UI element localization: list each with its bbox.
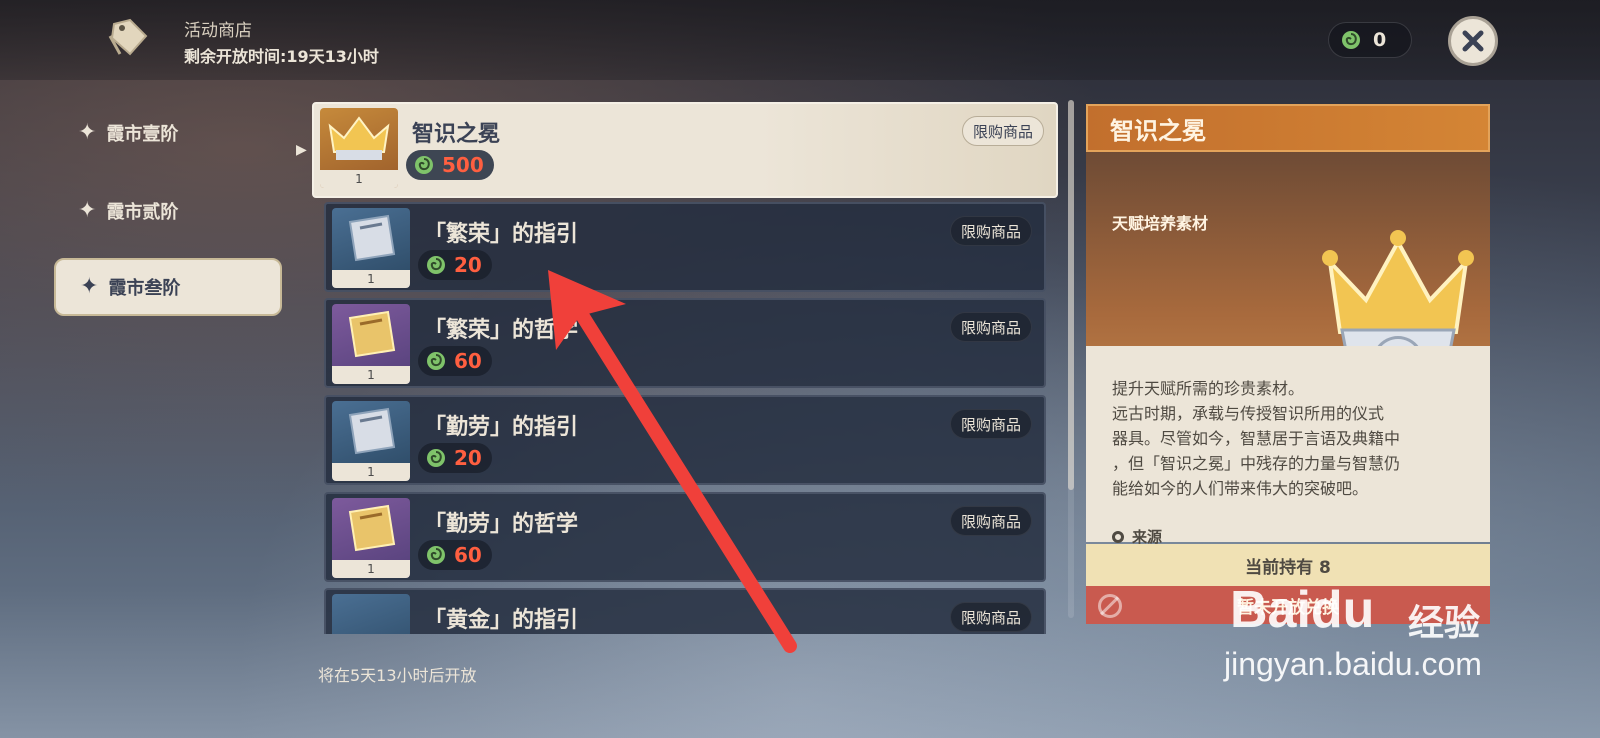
leaf-token-icon — [427, 352, 445, 370]
item-thumbnail: 1 — [332, 304, 410, 384]
shop-item[interactable]: 「黄金」的指引 限购商品 — [324, 588, 1046, 634]
book-icon — [348, 214, 396, 262]
ban-icon — [1098, 594, 1122, 618]
crown-icon — [328, 116, 390, 160]
leaf-token-icon — [427, 449, 445, 467]
tab-label: 霞市壹阶 — [106, 124, 179, 145]
price-pill: 60 — [418, 540, 492, 570]
top-bar: 活动商店 剩余开放时间:19天13小时 0 — [0, 0, 1600, 80]
item-detail-panel: 智识之冕 天赋培养素材 ★★★★★ 提升天赋所需的珍贵素材。 远古时期，承载与传… — [1086, 104, 1490, 624]
shop-title: 活动商店 — [184, 21, 252, 41]
description-line: ，但「智识之冕」中残存的力量与智慧仍 — [1112, 454, 1401, 473]
list-scroll-thumb[interactable] — [1068, 100, 1074, 490]
item-name: 「勤劳」的指引 — [424, 415, 579, 440]
price-pill: 60 — [418, 346, 492, 376]
item-quantity: 1 — [332, 270, 410, 288]
description-line: 器具。尽管如今，智慧居于言语及典籍中 — [1112, 429, 1401, 448]
item-quantity: 1 — [320, 170, 398, 188]
currency-count: 0 — [1373, 29, 1387, 51]
item-price: 20 — [454, 446, 482, 470]
limited-tag: 限购商品 — [961, 116, 1044, 146]
watermark-cn: 经验 — [1408, 603, 1481, 644]
tab-label: 霞市贰阶 — [106, 202, 179, 223]
limited-tag: 限购商品 — [949, 409, 1032, 439]
leaf-token-icon — [415, 156, 433, 174]
tab-tier-2[interactable]: ✦ 霞市贰阶 — [54, 182, 282, 240]
item-thumbnail: 1 — [332, 401, 410, 481]
shop-item[interactable]: 1 「勤劳」的哲学 60 限购商品 — [324, 492, 1046, 582]
item-price: 60 — [454, 543, 482, 567]
item-thumbnail — [332, 594, 410, 634]
book-icon — [348, 407, 396, 455]
leaf-token-icon — [1342, 31, 1360, 49]
item-quantity: 1 — [332, 366, 410, 384]
price-pill: 500 — [406, 150, 494, 180]
shop-item[interactable]: 1 「繁荣」的哲学 60 限购商品 — [324, 298, 1046, 388]
close-icon — [1462, 30, 1484, 52]
price-pill: 20 — [418, 443, 492, 473]
shop-item-crown[interactable]: 1 智识之冕 500 限购商品 — [312, 102, 1058, 198]
leaf-token-icon — [427, 546, 445, 564]
description-line: 远古时期，承载与传授智识所用的仪式 — [1112, 404, 1385, 423]
item-quantity: 1 — [332, 463, 410, 481]
item-price: 60 — [454, 349, 482, 373]
book-icon — [348, 310, 396, 358]
item-thumbnail: 1 — [332, 498, 410, 578]
item-name: 「黄金」的指引 — [424, 608, 579, 633]
detail-description: 提升天赋所需的珍贵素材。 远古时期，承载与传授智识所用的仪式 器具。尽管如今，智… — [1086, 346, 1490, 542]
sparkle-icon: ✦ — [78, 120, 97, 145]
tab-tier-3[interactable]: ✦ 霞市叁阶 — [54, 258, 282, 316]
book-icon — [348, 504, 396, 552]
tab-tier-1[interactable]: ✦ 霞市壹阶 — [54, 104, 282, 162]
price-tag-icon — [108, 18, 148, 56]
selected-row-indicator: ▶ — [296, 142, 307, 158]
detail-title: 智识之冕 — [1110, 116, 1206, 145]
source-bullet-icon — [1112, 530, 1124, 543]
close-button[interactable] — [1448, 16, 1498, 66]
shop-item[interactable]: 1 「勤劳」的指引 20 限购商品 — [324, 395, 1046, 485]
owned-count: 当前持有 8 — [1245, 557, 1331, 578]
currency-counter: 0 — [1328, 22, 1412, 58]
item-price: 500 — [442, 153, 484, 177]
item-name: 「繁荣」的指引 — [424, 222, 579, 247]
tab-label: 霞市叁阶 — [108, 278, 181, 299]
remaining-time: 剩余开放时间:19天13小时 — [184, 47, 379, 66]
watermark-logo: Baidu — [1230, 581, 1375, 639]
detail-item-type: 天赋培养素材 — [1112, 214, 1209, 233]
shop-item-list[interactable]: 1 智识之冕 500 限购商品 1 「繁荣」的指引 20 限购商品 1 「繁荣」… — [312, 100, 1060, 634]
sparkle-icon: ✦ — [80, 274, 99, 299]
detail-header: 智识之冕 — [1086, 104, 1490, 152]
open-notice: 将在5天13小时后开放 — [318, 666, 477, 685]
item-name: 「勤劳」的哲学 — [424, 512, 579, 537]
item-thumbnail: 1 — [332, 208, 410, 288]
item-name: 智识之冕 — [412, 122, 501, 147]
leaf-token-icon — [427, 256, 445, 274]
price-pill: 20 — [418, 250, 492, 280]
baidu-watermark: Baidu 经验 jingyan.baidu.com — [1224, 580, 1530, 700]
shop-item[interactable]: 1 「繁荣」的指引 20 限购商品 — [324, 202, 1046, 292]
limited-tag: 限购商品 — [949, 216, 1032, 246]
sparkle-icon: ✦ — [78, 198, 97, 223]
limited-tag: 限购商品 — [949, 506, 1032, 536]
item-quantity: 1 — [332, 560, 410, 578]
item-name: 「繁荣」的哲学 — [424, 318, 579, 343]
limited-tag: 限购商品 — [949, 312, 1032, 342]
item-thumbnail: 1 — [320, 108, 398, 188]
description-line: 提升天赋所需的珍贵素材。 — [1112, 379, 1305, 398]
description-line: 能给如今的人们带来伟大的突破吧。 — [1112, 479, 1369, 498]
watermark-url: jingyan.baidu.com — [1224, 646, 1482, 682]
item-price: 20 — [454, 253, 482, 277]
limited-tag: 限购商品 — [949, 602, 1032, 632]
